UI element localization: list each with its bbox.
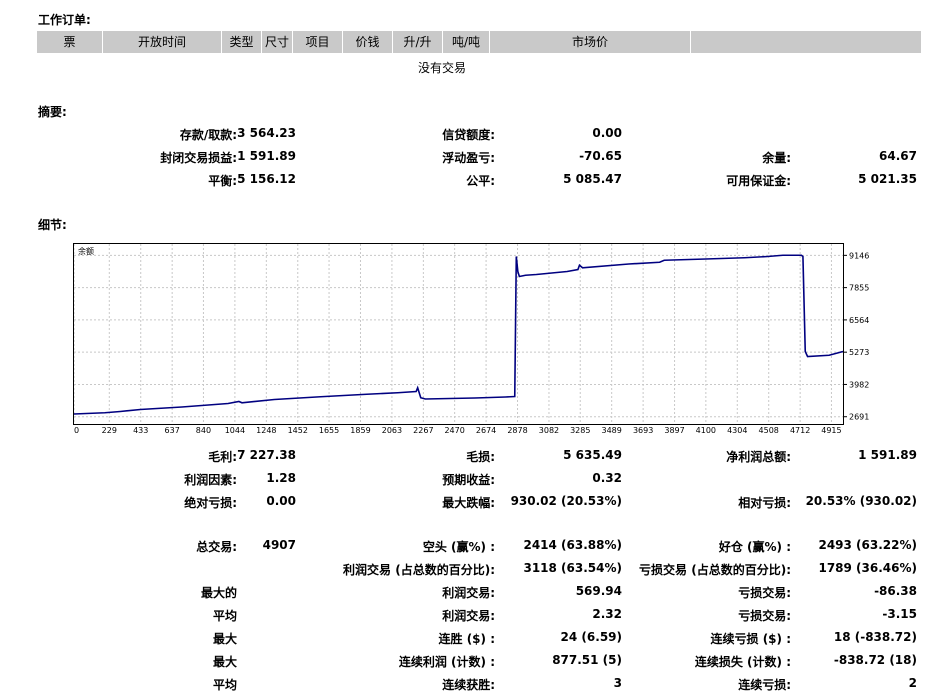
detail-label: 利润交易 (占总数的百分比): [343,563,495,577]
x-tick-label: 4508 [759,426,779,435]
x-tick-label: 2878 [507,426,527,435]
chart-series-group [73,254,844,415]
detail-label: 亏损交易: [738,586,791,600]
detail-value: 877.51 (5) [552,653,622,667]
detail-value: 7 227.38 [237,448,296,462]
x-tick-label: 4915 [821,426,841,435]
detail-label: 空头 (赢%) : [422,540,495,554]
x-axis-ticks: 0 229 433 637 840 1044 1248 1452 1655 1859 2063 226… [74,426,842,435]
y-tick-label: 9146 [849,251,869,260]
x-tick-label: 2470 [444,426,464,435]
detail-label: 亏损交易: [738,609,791,623]
x-tick-label: 3693 [633,426,653,435]
detail-value: 930.02 (20.53%) [510,494,622,508]
x-tick-label: 1859 [350,426,370,435]
x-tick-label: 433 [133,426,148,435]
x-tick-label: 2674 [476,426,496,435]
x-tick-label: 3082 [539,426,559,435]
detail-label: 连续亏损 ($) : [710,632,791,646]
detail-value: 20.53% (930.02) [805,494,917,508]
detail-value: 2.32 [592,607,622,621]
detail-label: 毛利: [208,450,237,464]
x-tick-label: 1655 [319,426,339,435]
balance-chart: 余额 0 229 433 637 840 1044 1248 1452 1655 1859 2063… [73,243,869,435]
detail-value: 24 (6.59) [560,630,622,644]
detail-value: 3118 (63.54%) [523,561,622,575]
detail-value: 1 591.89 [858,448,917,462]
detail-label: 最大的 [200,586,237,600]
detail-label: 连续利润 (计数) : [398,655,495,669]
detail-value: 2493 (63.22%) [818,538,917,552]
x-tick-label: 229 [102,426,117,435]
x-tick-label: 4304 [727,426,747,435]
detail-label: 毛损: [466,450,495,464]
detail-label: 最大跌幅: [442,496,495,510]
x-tick-label: 2063 [382,426,402,435]
chart-title: 余额 [78,246,94,256]
detail-value: -3.15 [882,607,917,621]
detail-label: 相对亏损: [738,496,791,510]
detail-label: 好仓 (赢%) : [718,540,791,554]
detail-label: 最大 [212,632,237,646]
detail-value: 569.94 [575,584,622,598]
detail-value: 0.00 [266,494,296,508]
detail-label: 总交易: [196,540,237,554]
x-tick-label: 2267 [413,426,433,435]
detail-label: 连续获胜: [442,678,495,692]
balance-series-line [73,254,844,415]
detail-label: 预期收益: [442,473,495,487]
x-tick-label: 3285 [570,426,590,435]
detail-value: 0.32 [592,471,622,485]
chart-frame [73,243,844,425]
x-tick-label: 840 [196,426,211,435]
detail-label: 亏损交易 (占总数的百分比): [639,563,791,577]
y-axis-ticks: 2691 3982 5273 6564 7855 9146 [843,251,869,422]
detail-label: 利润因素: [184,473,237,487]
detail-value: 2414 (63.88%) [523,538,622,552]
detail-value: 2 [908,676,917,690]
x-tick-label: 3897 [664,426,684,435]
detail-label: 平均 [212,609,237,623]
detail-label: 连续损失 (计数) : [694,655,791,669]
x-tick-label: 637 [165,426,180,435]
y-tick-label: 2691 [849,413,869,422]
detail-value: 3 [613,676,622,690]
detail-label: 连续亏损: [738,678,791,692]
y-tick-label: 7855 [849,284,869,293]
detail-value: 1789 (36.46%) [818,561,917,575]
detail-label: 连胜 ($) : [438,632,495,646]
detail-value: -86.38 [874,584,917,598]
detail-label: 最大 [212,655,237,669]
detail-value: -838.72 (18) [833,653,917,667]
y-tick-label: 6564 [849,316,869,325]
detail-value: 1.28 [266,471,296,485]
y-tick-label: 5273 [849,348,869,357]
detail-value: 18 (-838.72) [833,630,917,644]
detail-label: 利润交易: [442,609,495,623]
detail-label: 净利润总额: [726,450,791,464]
detail-value: 4907 [262,538,296,552]
detail-label: 平均 [212,678,237,692]
x-tick-label: 1452 [288,426,308,435]
x-tick-label: 1044 [225,426,245,435]
x-tick-label: 4100 [696,426,716,435]
chart-grid [73,244,843,424]
detail-label: 绝对亏损: [184,496,237,510]
x-tick-label: 4712 [790,426,810,435]
x-tick-label: 3489 [602,426,622,435]
y-tick-label: 3982 [849,380,869,389]
detail-value: 5 635.49 [563,448,622,462]
detail-label: 利润交易: [442,586,495,600]
x-tick-label: 0 [74,426,79,435]
x-tick-label: 1248 [256,426,276,435]
